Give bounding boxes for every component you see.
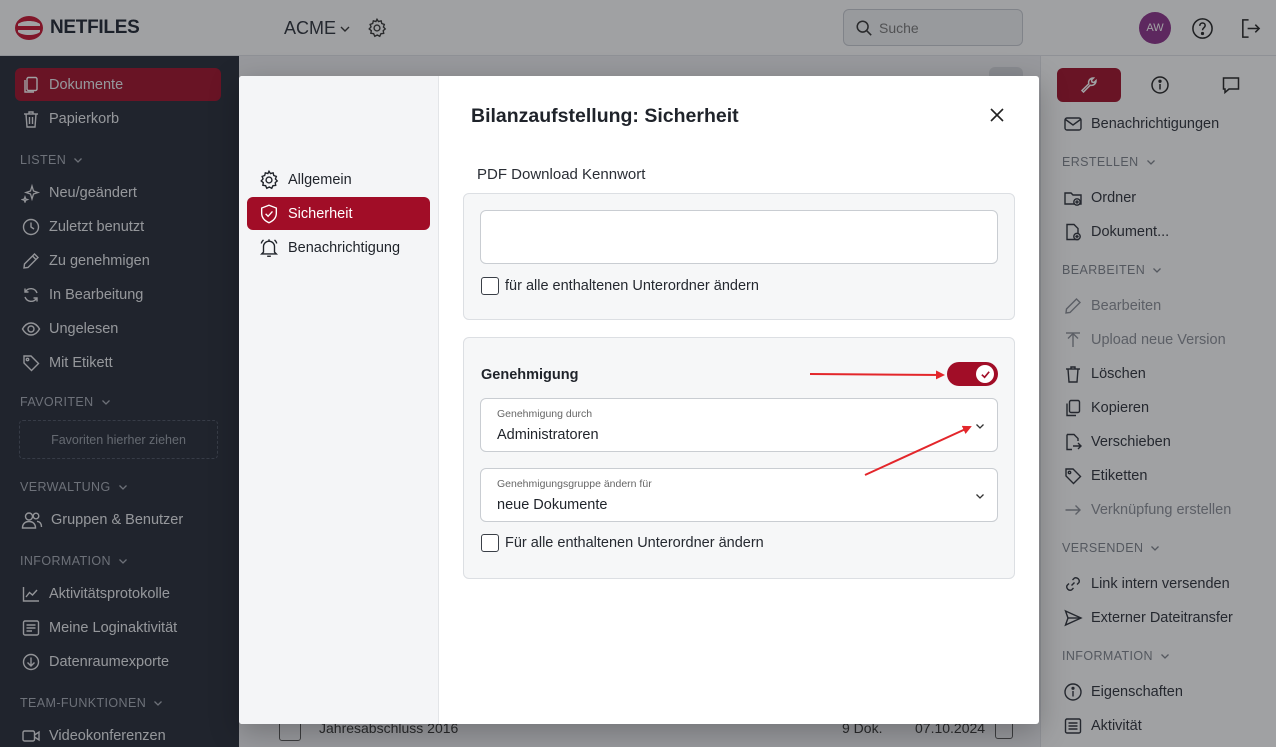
approval-subfolders-option[interactable]: Für alle enthaltenen Unterordner ändern — [481, 534, 764, 552]
dialog-tab-notification[interactable]: Benachrichtigung — [247, 231, 430, 264]
approval-by-label: Genehmigung durch — [497, 408, 593, 420]
checkbox-label: für alle enthaltenen Unterordner ändern — [505, 278, 759, 294]
check-icon — [980, 370, 990, 378]
gear-icon — [260, 169, 279, 189]
approval-panel: Genehmigung Genehmigung durch Administra… — [463, 337, 1015, 579]
approval-subfolders-checkbox[interactable] — [481, 534, 499, 552]
approval-group-value: neue Dokumente — [497, 497, 608, 513]
approval-group-select[interactable]: Genehmigungsgruppe ändern für neue Dokum… — [480, 468, 998, 522]
pdf-subfolders-option[interactable]: für alle enthaltenen Unterordner ändern — [481, 277, 759, 295]
approval-toggle[interactable] — [947, 362, 998, 386]
dialog-tab-label: Sicherheit — [288, 205, 353, 222]
close-button[interactable] — [988, 106, 1006, 124]
shield-icon — [260, 204, 278, 223]
approval-heading: Genehmigung — [481, 367, 579, 383]
checkbox-label: Für alle enthaltenen Unterordner ändern — [505, 535, 764, 551]
dialog-title: Bilanzaufstellung: Sicherheit — [471, 105, 739, 127]
dialog-tab-security[interactable]: Sicherheit — [247, 197, 430, 230]
dialog-nav: Allgemein Sicherheit Benachrichtigung — [239, 76, 439, 724]
approval-by-value: Administratoren — [497, 427, 599, 443]
dialog-tab-label: Allgemein — [288, 171, 352, 188]
pdf-password-field[interactable] — [480, 210, 998, 264]
close-icon — [990, 108, 1004, 122]
pdf-password-input[interactable] — [481, 211, 997, 263]
pdf-subfolders-checkbox[interactable] — [481, 277, 499, 295]
dialog-tab-general[interactable]: Allgemein — [247, 163, 430, 196]
approval-by-select[interactable]: Genehmigung durch Administratoren — [480, 398, 998, 452]
pdf-password-heading: PDF Download Kennwort — [477, 166, 646, 183]
pdf-password-panel: für alle enthaltenen Unterordner ändern — [463, 193, 1015, 320]
security-dialog: Allgemein Sicherheit Benachrichtigung Bi… — [239, 76, 1039, 724]
toggle-knob — [976, 365, 994, 383]
dialog-tab-label: Benachrichtigung — [288, 239, 401, 256]
bell-icon — [260, 238, 278, 257]
approval-group-label: Genehmigungsgruppe ändern für — [497, 478, 652, 490]
chevron-down-icon — [976, 424, 984, 429]
chevron-down-icon — [976, 494, 984, 499]
